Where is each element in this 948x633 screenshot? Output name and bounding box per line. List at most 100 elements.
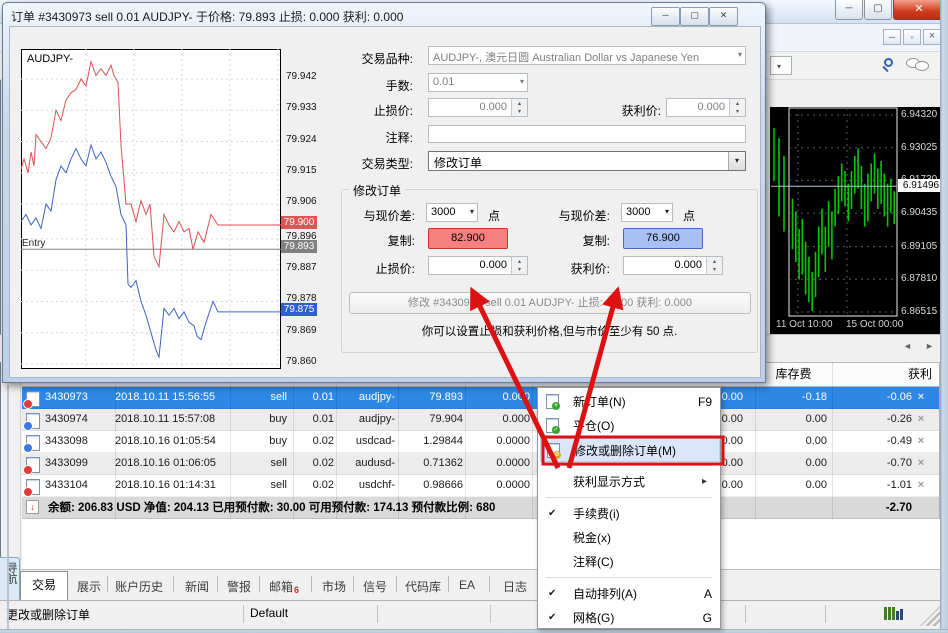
vertical-tab-navigator[interactable]: 导航 <box>0 557 20 601</box>
tab-交易[interactable]: 交易 <box>20 571 68 600</box>
zoom-icon[interactable] <box>882 57 902 75</box>
column-header-profit[interactable]: 获利 <box>832 364 932 386</box>
volume-select[interactable]: 0.01▾ <box>428 73 528 92</box>
order-type-icon <box>26 457 38 471</box>
order-cell-profit: -0.49 <box>845 431 912 453</box>
tab-市场[interactable]: 市场 <box>322 578 346 595</box>
price-scale-label: 6.87810 <box>901 273 937 284</box>
symbol-select[interactable]: AUDJPY-, 澳元日圆 Australian Dollar vs Japan… <box>428 46 746 65</box>
menu-item[interactable]: ✔手续费(i) <box>540 502 720 526</box>
close-order-icon[interactable]: × <box>913 475 929 497</box>
scroll-left-icon[interactable]: ◄ <box>903 341 912 351</box>
modify-submit-button[interactable]: 修改 #3430973 sell 0.01 AUDJPY- 止损: 0.000 … <box>349 292 751 314</box>
signal-bar <box>888 607 891 620</box>
copy-sl-button[interactable]: 82.900 <box>428 228 508 249</box>
order-row[interactable]: 34330992018.10.16 01:06:05sell0.02audusd… <box>22 453 940 475</box>
chart-restore-button[interactable]: ▫ <box>903 29 921 45</box>
scroll-right-icon[interactable]: ► <box>925 341 934 351</box>
trade-type-select[interactable]: 修改订单 ▾ <box>428 151 746 171</box>
order-cell-type: sell <box>228 453 287 475</box>
price-chart[interactable]: 6.943206.930256.917306.904356.891056.878… <box>770 107 945 334</box>
price-tick-label: 79.942 <box>286 71 326 83</box>
price-scale-label: 6.90435 <box>901 207 937 218</box>
tab-EA[interactable]: EA <box>459 578 475 592</box>
column-separator <box>755 362 756 519</box>
tab-separator <box>107 576 108 592</box>
close-order-icon[interactable]: × <box>913 387 929 409</box>
symbol-label: 交易品种: <box>333 50 413 67</box>
column-separator <box>230 362 231 519</box>
comment-input[interactable] <box>428 125 746 143</box>
menu-item[interactable]: ⚙修改或删除订单(M) <box>540 438 720 462</box>
menu-item[interactable]: ✓平仓(O) <box>540 414 720 438</box>
tab-日志[interactable]: 日志 <box>503 578 527 595</box>
connection-status-icon <box>884 606 908 620</box>
column-header-swap[interactable]: 库存费 <box>755 364 832 386</box>
close-order-icon[interactable]: × <box>913 409 929 431</box>
new-order-icon: + <box>546 394 559 409</box>
order-cell-symbol: usdcad- <box>335 431 395 453</box>
menu-shortcut: G <box>670 606 712 630</box>
tab-信号[interactable]: 信号 <box>363 578 387 595</box>
diff-tp-select[interactable]: 3000▾ <box>621 203 673 222</box>
close-order-icon[interactable]: × <box>913 431 929 453</box>
modify-order-icon: ⚙ <box>547 443 560 458</box>
ask-price-tag: 79.900 <box>281 216 317 229</box>
dialog-close-button[interactable]: ✕ <box>709 7 738 26</box>
spinner-buttons[interactable]: ▴▾ <box>511 257 527 274</box>
order-row[interactable]: 34309732018.10.11 15:56:55sell0.01audjpy… <box>22 387 940 409</box>
menu-item[interactable]: ✔自动排列(A)A <box>540 582 720 606</box>
order-cell-price: 79.904 <box>398 409 463 431</box>
tab-新闻[interactable]: 新闻 <box>185 578 209 595</box>
tab-警报[interactable]: 警报 <box>227 578 251 595</box>
dialog-maximize-button[interactable]: ▢ <box>680 7 709 26</box>
order-row[interactable]: 34309742018.10.11 15:57:08buy0.01audjpy-… <box>22 409 940 431</box>
spinner-buttons[interactable]: ▴▾ <box>729 99 745 116</box>
close-position-icon: ✓ <box>546 418 559 433</box>
order-cell-price: 79.893 <box>398 387 463 409</box>
tab-separator <box>489 576 490 592</box>
spinner-buttons[interactable]: ▴▾ <box>706 257 722 274</box>
price-scale-label: 6.89105 <box>901 241 937 252</box>
order-cell-order: 3433099 <box>45 453 107 475</box>
order-cell-profit: -0.26 <box>845 409 912 431</box>
menu-item[interactable]: 注释(C) <box>540 550 720 574</box>
spinner-buttons[interactable]: ▴▾ <box>511 99 527 116</box>
toolbar-dropdown[interactable]: ▾ <box>770 56 792 75</box>
menu-item[interactable]: 获利显示方式▸ <box>540 470 720 494</box>
order-row[interactable]: 34330982018.10.16 01:05:54buy0.02usdcad-… <box>22 431 940 453</box>
tab-邮箱[interactable]: 邮箱 <box>269 578 293 595</box>
main-minimize-button[interactable]: ─ <box>835 0 863 20</box>
order-row[interactable]: 34331042018.10.16 01:14:31sell0.02usdchf… <box>22 475 940 497</box>
modify-tp-label: 获利价: <box>550 260 610 277</box>
chart-close-button[interactable]: × <box>923 29 941 45</box>
main-maximize-button[interactable]: ▢ <box>864 0 892 20</box>
tab-separator <box>353 576 354 592</box>
tab-展示[interactable]: 展示 <box>77 578 101 595</box>
tab-代码库[interactable]: 代码库 <box>405 578 441 595</box>
order-type-icon <box>26 391 38 405</box>
modify-sl-field[interactable]: 0.000 ▴▾ <box>428 256 528 275</box>
chevron-down-icon: ▾ <box>728 152 745 170</box>
price-scale-label: 6.86515 <box>901 306 937 317</box>
menu-item[interactable]: ✔网格(G)G <box>540 606 720 630</box>
dialog-minimize-button[interactable]: ─ <box>651 7 680 26</box>
price-tick-label: 79.924 <box>286 134 326 146</box>
menu-item[interactable]: 税金(x) <box>540 526 720 550</box>
modify-tp-field[interactable]: 0.000 ▴▾ <box>623 256 723 275</box>
chart-minimize-button[interactable]: ─ <box>883 29 901 45</box>
column-separator <box>532 362 533 519</box>
main-close-button[interactable]: ✕ <box>893 0 945 20</box>
modify-hint: 你可以设置止损和获利价格,但与市价至少有 50 点. <box>341 323 758 339</box>
takeprofit-field[interactable]: 0.000 ▴▾ <box>666 98 746 117</box>
copy-tp-button[interactable]: 76.900 <box>623 228 703 249</box>
stoploss-field[interactable]: 0.000 ▴▾ <box>428 98 528 117</box>
tab-账户历史[interactable]: 账户历史 <box>115 578 163 595</box>
chat-icon[interactable] <box>906 57 936 75</box>
chevron-down-icon: ▾ <box>777 62 781 71</box>
diff-sl-select[interactable]: 3000▾ <box>426 203 478 222</box>
menu-item[interactable]: +新订单(N)F9 <box>540 390 720 414</box>
close-order-icon[interactable]: × <box>913 453 929 475</box>
check-icon: ✔ <box>548 582 562 606</box>
status-profile[interactable]: Default <box>250 606 288 620</box>
